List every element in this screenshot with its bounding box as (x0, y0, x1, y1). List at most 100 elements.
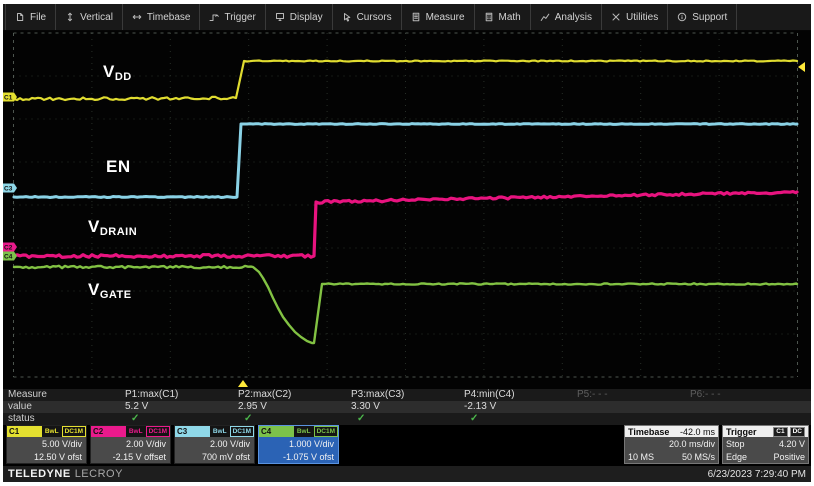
channel-badge-bwl: BwL (211, 426, 229, 437)
channel-label: C3 (175, 426, 210, 437)
timebase-delay: -42.0 ms (680, 427, 715, 437)
channel-scale: 1.000 V/div (259, 437, 338, 450)
timebase-descriptor[interactable]: Timebase -42.0 ms 20.0 ms/div 10 MS 50 M… (624, 425, 719, 464)
descriptor-bar: C1BwLDC1M5.00 V/div12.50 V ofstC2BwLDC1M… (3, 425, 811, 466)
wave-label-vgate: VGATE (88, 280, 132, 301)
channel-descriptor-c4[interactable]: C4BwLDC1M1.000 V/div-1.075 V ofst (258, 425, 339, 464)
trigger-slope: Positive (773, 450, 805, 463)
svg-text:C4: C4 (4, 254, 13, 261)
channel-label: C1 (7, 426, 42, 437)
channel-offset-marker-c3[interactable]: C3 (3, 184, 17, 193)
channel-descriptor-c1[interactable]: C1BwLDC1M5.00 V/div12.50 V ofst (6, 425, 87, 464)
measure-col-p6-value (688, 401, 801, 413)
trigger-level-marker[interactable] (798, 62, 805, 72)
menu-item-cursors[interactable]: Cursors (333, 4, 402, 30)
measure-col-p3-value: 3.30 V (349, 401, 462, 413)
menu-item-label: Vertical (80, 12, 113, 23)
waveform-grid: C1C3C2C4 (3, 31, 811, 389)
trigger-mode: Stop (726, 437, 745, 450)
menu-item-vertical[interactable]: Vertical (56, 4, 123, 30)
channel-label: C2 (91, 426, 126, 437)
calculator-icon (484, 12, 494, 22)
channel-offset-marker-c2[interactable]: C2 (3, 243, 17, 252)
menu-item-analysis[interactable]: Analysis (531, 4, 602, 30)
waveform-plot-area: C1C3C2C4 VDDENVDRAINVGATE (3, 31, 811, 389)
measure-col-p1-header[interactable]: P1:max(C1) (123, 389, 236, 401)
menu-item-label: Trigger (224, 12, 255, 23)
measure-table: Measure P1:max(C1)P2:max(C2)P3:max(C3)P4… (3, 389, 811, 425)
menu-item-label: Analysis (555, 12, 592, 23)
measure-col-p3-status: ✓ (349, 413, 462, 425)
measure-col-p5-value (575, 401, 688, 413)
wave-label-vdrain: VDRAIN (88, 217, 137, 238)
menu-item-measure[interactable]: Measure (402, 4, 475, 30)
menu-item-label: Cursors (357, 12, 392, 23)
oscilloscope-screen: File Vertical Timebase Trigger Display Cursor… (3, 4, 811, 482)
menu-item-timebase[interactable]: Timebase (123, 4, 201, 30)
measure-col-p5-header[interactable]: P5:- - - (575, 389, 688, 401)
info-icon (677, 12, 687, 22)
channel-label: C4 (259, 426, 294, 437)
status-bar: TELEDYNELECROY 6/23/2023 7:29:40 PM (3, 466, 811, 482)
measure-col-p2-value: 2.95 V (236, 401, 349, 413)
menu-item-display[interactable]: Display (266, 4, 333, 30)
trigger-type: Edge (726, 450, 747, 463)
measure-col-p4-header[interactable]: P4:min(C4) (462, 389, 575, 401)
value-row-label: value (3, 401, 123, 413)
clock: 6/23/2023 7:29:40 PM (708, 469, 806, 480)
wave-label-vdd: VDD (103, 62, 132, 83)
channel-descriptor-c3[interactable]: C3BwLDC1M2.00 V/div700 mV ofst (174, 425, 255, 464)
channel-badge-dc1m: DC1M (62, 426, 86, 437)
menu-item-trigger[interactable]: Trigger (200, 4, 265, 30)
menu-item-label: Utilities (626, 12, 658, 23)
measure-icon (411, 12, 421, 22)
channel-descriptor-c2[interactable]: C2BwLDC1M2.00 V/div-2.15 V offset (90, 425, 171, 464)
channel-offset: 12.50 V ofst (7, 450, 86, 463)
channel-scale: 2.00 V/div (175, 437, 254, 450)
channel-scale: 5.00 V/div (7, 437, 86, 450)
channel-badge-dc1m: DC1M (146, 426, 170, 437)
trigger-time-marker[interactable] (238, 380, 248, 387)
measure-col-p2-header[interactable]: P2:max(C2) (236, 389, 349, 401)
menu-item-support[interactable]: Support (668, 4, 737, 30)
menu-item-utilities[interactable]: Utilities (602, 4, 668, 30)
menu-item-label: File (30, 12, 46, 23)
tools-icon (611, 12, 621, 22)
wave-label-en: EN (106, 157, 131, 177)
menu-item-label: Measure (426, 12, 465, 23)
channel-badge-bwl: BwL (127, 426, 145, 437)
measure-col-p1-value: 5.2 V (123, 401, 236, 413)
trigger-descriptor[interactable]: Trigger C1 DC Stop 4.20 V Edge Positive (722, 425, 809, 464)
menu-item-math[interactable]: Math (475, 4, 531, 30)
menu-item-label: Support (692, 12, 727, 23)
svg-text:C2: C2 (4, 245, 13, 252)
measure-col-p4-value: -2.13 V (462, 401, 575, 413)
trigger-title: Trigger (726, 427, 757, 437)
channel-badge-bwl: BwL (43, 426, 61, 437)
channel-badge-bwl: BwL (295, 426, 313, 437)
trigger-edge-icon (209, 12, 219, 22)
menu-item-file[interactable]: File (5, 4, 56, 30)
menu-item-label: Timebase (147, 12, 191, 23)
channel-offset: -2.15 V offset (91, 450, 170, 463)
measure-col-p3-header[interactable]: P3:max(C3) (349, 389, 462, 401)
channel-badge-dc1m: DC1M (230, 426, 254, 437)
chart-line-icon (540, 12, 550, 22)
channel-badge-dc1m: DC1M (314, 426, 338, 437)
horizontal-arrows-icon (132, 12, 142, 22)
trigger-coupling-badge: DC (790, 427, 805, 437)
trigger-source-badge: C1 (773, 427, 787, 437)
vertical-arrows-icon (65, 12, 75, 22)
channel-offset: -1.075 V ofst (259, 450, 338, 463)
measure-col-p6-header[interactable]: P6:- - - (688, 389, 801, 401)
display-icon (275, 12, 285, 22)
channel-offset-marker-c4[interactable]: C4 (3, 252, 17, 261)
timebase-samples: 10 MS (628, 450, 654, 463)
timebase-scale: 20.0 ms/div (669, 437, 715, 450)
file-icon (15, 12, 25, 22)
measure-col-p6-status (688, 413, 801, 425)
trace-c4-vgate (14, 266, 797, 343)
timebase-rate: 50 MS/s (682, 450, 715, 463)
measure-row-label: Measure (3, 389, 123, 401)
measure-col-p4-status: ✓ (462, 413, 575, 425)
